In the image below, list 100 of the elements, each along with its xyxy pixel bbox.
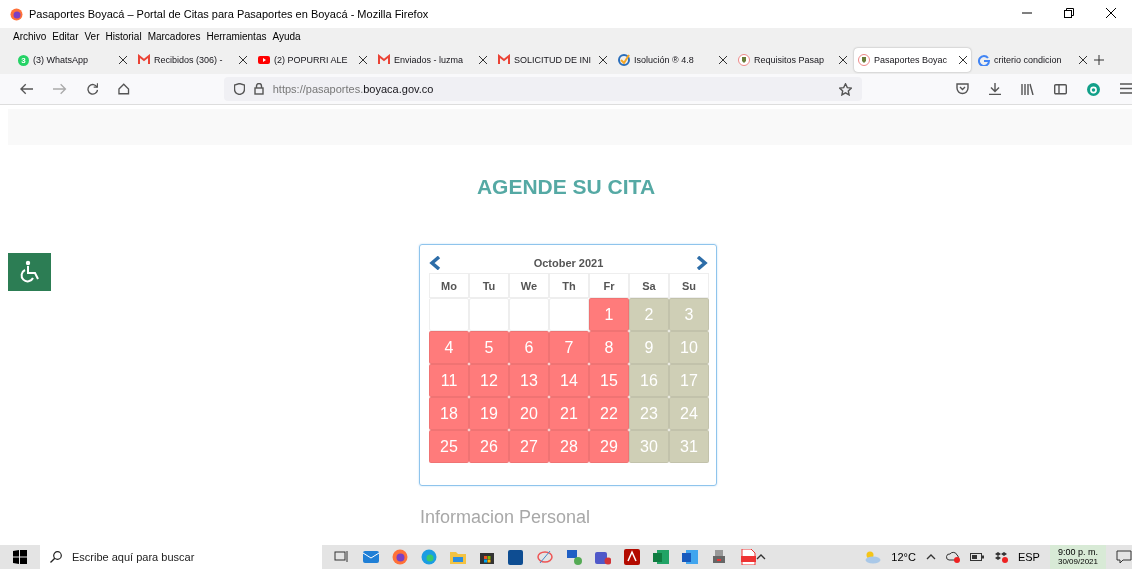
- close-icon: [119, 56, 127, 64]
- browser-tab[interactable]: (2) POPURRI ALE: [254, 48, 371, 72]
- calendar-day[interactable]: 5: [469, 331, 509, 364]
- month-title: October 2021: [533, 257, 604, 269]
- taskbar-search-field[interactable]: Escribe aquí para buscar: [40, 545, 322, 569]
- calendar-day[interactable]: 1: [589, 298, 629, 331]
- menu-item[interactable]: Ver: [84, 30, 100, 42]
- calendar-day[interactable]: 13: [509, 364, 549, 397]
- close-icon: [719, 56, 727, 64]
- close-icon: [1079, 56, 1087, 64]
- close-icon: [479, 56, 487, 64]
- weekday-header: Tu: [469, 273, 509, 298]
- calendar-day[interactable]: 20: [509, 397, 549, 430]
- menu-item[interactable]: Historial: [105, 30, 142, 42]
- browser-tab[interactable]: Isolución ® 4.8: [614, 48, 731, 72]
- crest-icon: [738, 54, 750, 66]
- mail-icon: [498, 54, 510, 66]
- forward-arrow-icon: [53, 83, 67, 95]
- sidebar-icon: [1054, 82, 1067, 95]
- menu-item[interactable]: Marcadores: [147, 30, 201, 42]
- browser-tab[interactable]: SOLICITUD DE INI: [494, 48, 611, 72]
- folder-icon: [450, 549, 466, 565]
- close-icon: [239, 56, 247, 64]
- calendar-day[interactable]: 26: [469, 430, 509, 463]
- task-view-icon: [334, 549, 350, 565]
- calendar-day[interactable]: 2: [629, 298, 669, 331]
- browser-tab[interactable]: Enviados - luzma: [374, 48, 491, 72]
- menu-item[interactable]: Editar: [52, 30, 79, 42]
- notification-icon: [1116, 550, 1132, 564]
- address-bar[interactable]: https://pasaportes.boyaca.gov.co: [223, 77, 862, 101]
- calendar-day[interactable]: 4: [429, 331, 469, 364]
- weekday-header: Sa: [629, 273, 669, 298]
- calendar-day[interactable]: 12: [469, 364, 509, 397]
- calendar-day[interactable]: 11: [429, 364, 469, 397]
- weather-icon: [863, 550, 882, 564]
- menu-item[interactable]: Archivo: [13, 30, 47, 42]
- calendar-day[interactable]: 22: [589, 397, 629, 430]
- chevron-right-icon: [696, 256, 708, 270]
- page-heading: AGENDE SU CITA: [475, 175, 657, 200]
- temperature-text: 12°C: [891, 551, 916, 563]
- tab-title: Requisitos Pasap: [754, 55, 826, 65]
- weekday-header: We: [509, 273, 549, 298]
- calendar-day[interactable]: 29: [589, 430, 629, 463]
- calendar-day[interactable]: 19: [469, 397, 509, 430]
- calendar-day[interactable]: 28: [549, 430, 589, 463]
- edge-icon: [421, 549, 437, 565]
- app-tile-icon: [508, 549, 524, 565]
- calendar-day[interactable]: 18: [429, 397, 469, 430]
- taskbar-clock[interactable]: 9:00 p. m. 30/09/2021: [1049, 545, 1106, 569]
- calendar-day[interactable]: 10: [669, 331, 709, 364]
- close-icon: [599, 56, 607, 64]
- menu-icon: [1120, 82, 1132, 94]
- mail-icon: [378, 54, 390, 66]
- calendar-day[interactable]: 25: [429, 430, 469, 463]
- tab-title: Pasaportes Boyac: [874, 55, 949, 65]
- browser-tab[interactable]: 3 (3) WhatsApp: [14, 48, 131, 72]
- calendar-day[interactable]: 14: [549, 364, 589, 397]
- menu-item[interactable]: Herramientas: [206, 30, 267, 42]
- browser-tab[interactable]: Pasaportes Boyac: [854, 48, 971, 72]
- restore-icon: [1064, 8, 1074, 18]
- plus-icon: [1094, 55, 1104, 65]
- back-arrow-icon: [20, 83, 34, 95]
- calendar-day[interactable]: 31: [669, 430, 709, 463]
- star-icon: [839, 82, 852, 96]
- window-title: Pasaportes Boyacá – Portal de Citas para Pasaportes en Boyacá - Mozilla Firefox: [29, 8, 430, 20]
- language-indicator[interactable]: ESP: [1017, 551, 1040, 563]
- teams-icon: [595, 549, 611, 565]
- dropbox-error-icon: [993, 551, 1008, 563]
- calendar-day[interactable]: 9: [629, 331, 669, 364]
- video-icon: [258, 54, 270, 66]
- calendar-day[interactable]: 8: [589, 331, 629, 364]
- mail-icon: [138, 54, 150, 66]
- browser-tab[interactable]: Recibidos (306) -: [134, 48, 251, 72]
- shield-icon: [233, 83, 245, 95]
- pdf-reader-icon: [624, 549, 640, 565]
- calendar-day[interactable]: 23: [629, 397, 669, 430]
- calendar-day[interactable]: 6: [509, 331, 549, 364]
- calendar-day[interactable]: 3: [669, 298, 709, 331]
- pdf-file-icon: [740, 549, 756, 565]
- tab-title: Isolución ® 4.8: [634, 55, 695, 65]
- calendar-day[interactable]: 16: [629, 364, 669, 397]
- menu-item[interactable]: Ayuda: [272, 30, 301, 42]
- browser-tab[interactable]: Requisitos Pasap: [734, 48, 851, 72]
- accessibility-button[interactable]: [8, 253, 51, 291]
- close-icon: [1106, 8, 1116, 18]
- calendar-day[interactable]: 17: [669, 364, 709, 397]
- chevron-up-icon: [756, 553, 766, 561]
- calendar-day[interactable]: 30: [629, 430, 669, 463]
- calendar-day[interactable]: 15: [589, 364, 629, 397]
- calendar-day[interactable]: 24: [669, 397, 709, 430]
- tab-title: Enviados - luzma: [394, 55, 465, 65]
- weekday-header: Su: [669, 273, 709, 298]
- calendar-day[interactable]: 21: [549, 397, 589, 430]
- weekday-header: Fr: [589, 273, 629, 298]
- home-icon: [118, 83, 130, 95]
- browser-tab[interactable]: criterio condicion: [974, 48, 1091, 72]
- tab-title: (2) POPURRI ALE: [274, 55, 349, 65]
- mail-icon: [363, 549, 379, 565]
- calendar-day[interactable]: 27: [509, 430, 549, 463]
- calendar-day[interactable]: 7: [549, 331, 589, 364]
